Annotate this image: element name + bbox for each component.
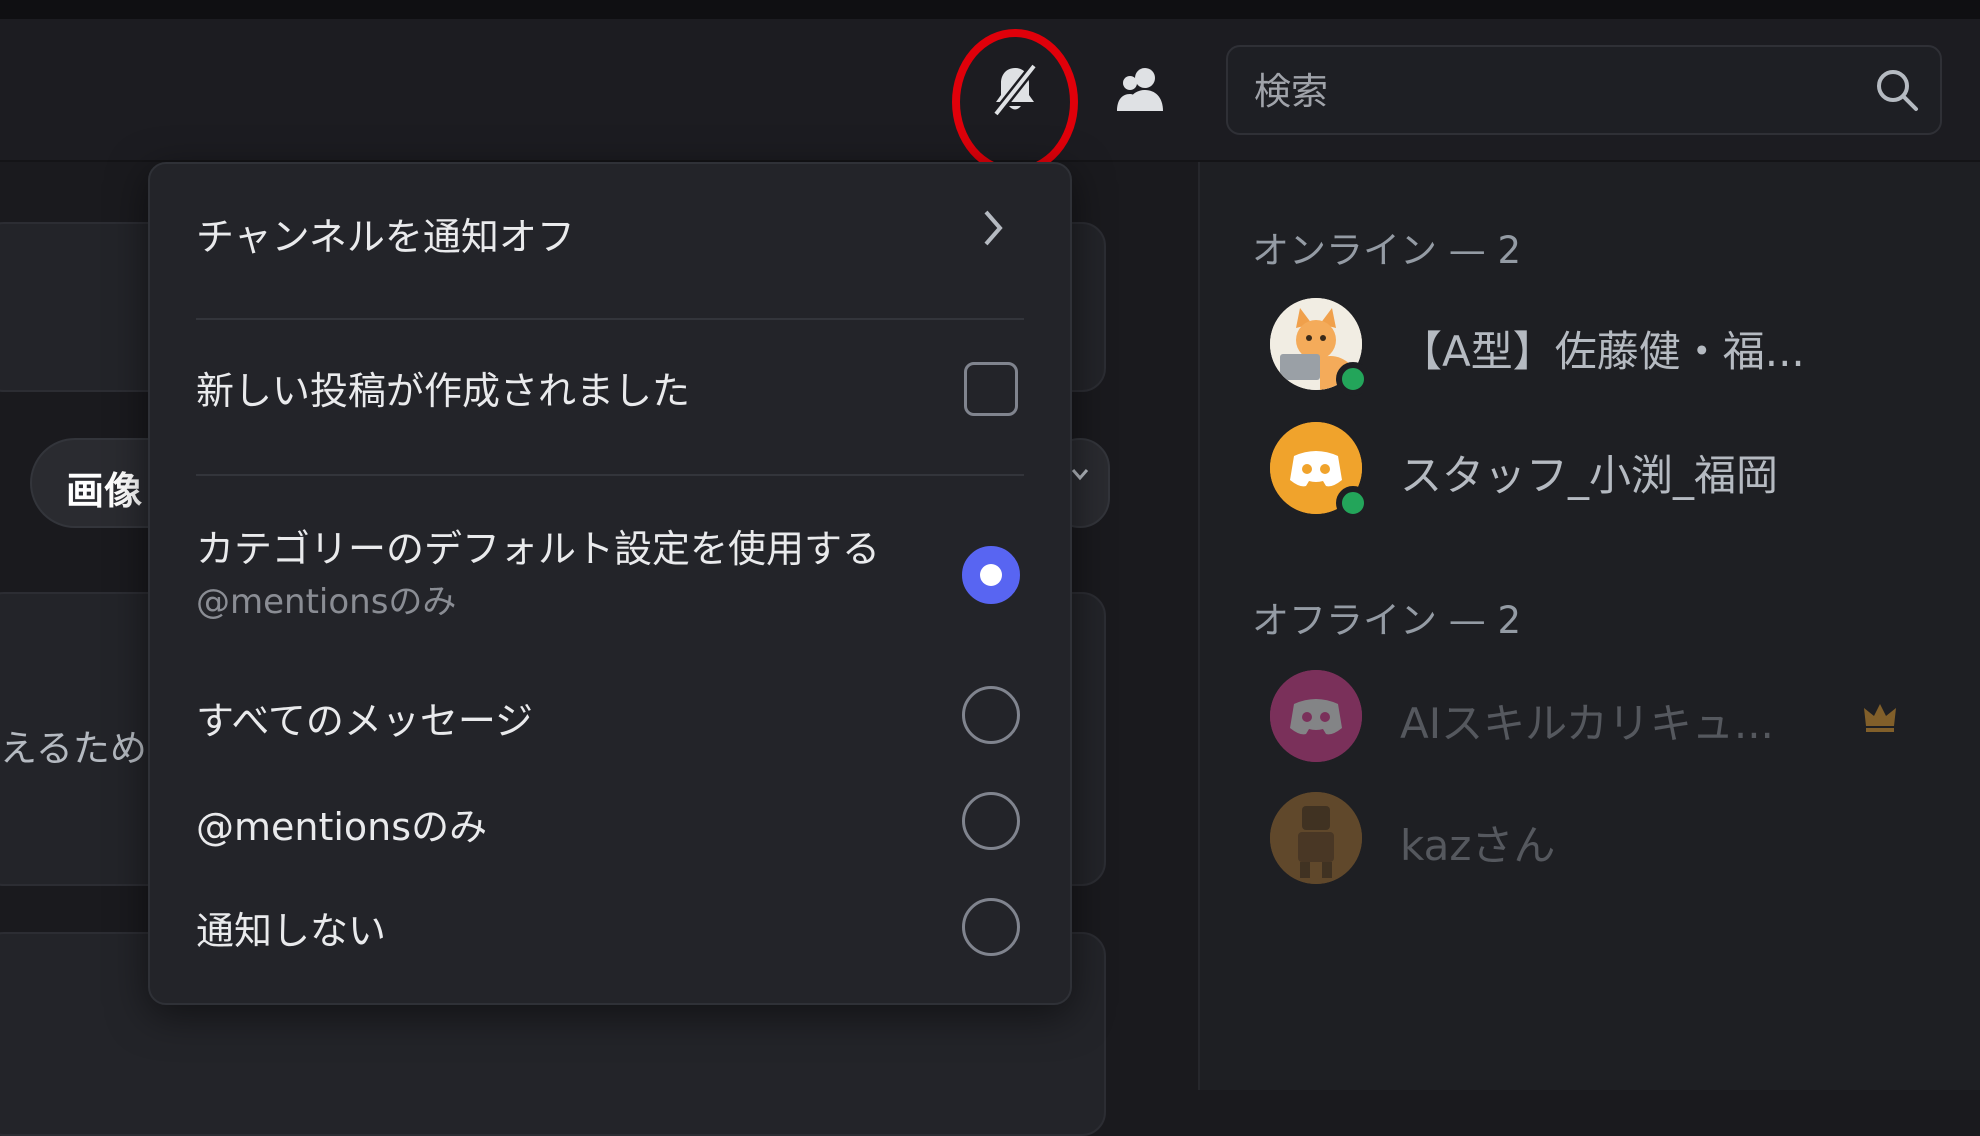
menu-item-sublabel: @mentionsのみ xyxy=(196,582,457,622)
member-name: kazさん xyxy=(1400,821,1556,870)
search-box[interactable] xyxy=(1226,45,1942,135)
menu-item-mentions-only[interactable]: @mentionsのみ xyxy=(196,780,1026,860)
avatar xyxy=(1270,792,1362,884)
menu-item-new-post-created[interactable]: 新しい投稿が作成されました xyxy=(196,350,1026,416)
online-section-label: オンライン — 2 xyxy=(1252,229,1522,272)
robot-avatar-icon xyxy=(1270,792,1362,884)
tag-chip-label: 画像 xyxy=(66,469,143,513)
menu-item-label: すべてのメッセージ xyxy=(196,699,534,743)
menu-item-all-messages[interactable]: すべてのメッセージ xyxy=(196,674,1026,754)
member-item[interactable]: AIスキルカリキュ... xyxy=(1270,670,1960,770)
offline-section-label: オフライン — 2 xyxy=(1252,599,1522,642)
member-name: AIスキルカリキュ... xyxy=(1400,699,1774,748)
member-name: スタッフ_小渕_福岡 xyxy=(1400,451,1779,500)
radio-use-category-default[interactable] xyxy=(962,546,1020,604)
member-item[interactable]: スタッフ_小渕_福岡 xyxy=(1270,422,1960,522)
menu-item-label: @mentionsのみ xyxy=(196,805,488,849)
member-list-button[interactable] xyxy=(1117,65,1169,115)
search-icon[interactable] xyxy=(1874,67,1920,113)
radio-all-messages[interactable] xyxy=(962,686,1020,744)
menu-item-nothing[interactable]: 通知しない xyxy=(196,884,1026,964)
menu-item-use-category-default[interactable]: カテゴリーのデフォルト設定を使用する @mentionsのみ xyxy=(196,500,1026,630)
discord-logo-icon xyxy=(1270,670,1362,762)
menu-item-label: 新しい投稿が作成されました xyxy=(196,369,691,413)
menu-item-mute-channel[interactable]: チャンネルを通知オフ xyxy=(196,196,1026,262)
member-item[interactable]: kazさん xyxy=(1270,792,1960,892)
avatar xyxy=(1270,670,1362,762)
menu-divider xyxy=(196,474,1024,476)
chevron-right-icon xyxy=(984,210,1003,246)
notification-settings-button[interactable] xyxy=(990,62,1040,118)
post-preview-text: えるため xyxy=(0,727,147,770)
menu-item-label: カテゴリーのデフォルト設定を使用する xyxy=(196,527,881,571)
radio-nothing[interactable] xyxy=(962,898,1020,956)
channel-header xyxy=(0,19,1980,175)
bell-slash-icon xyxy=(992,63,1038,117)
online-status-dot xyxy=(1336,486,1370,520)
crown-icon xyxy=(1864,704,1896,732)
menu-divider xyxy=(196,318,1024,320)
member-list: オンライン — 2 【A型】佐藤健・福... スタッフ_小渕_福岡 オフライン … xyxy=(1198,162,1980,1090)
radio-mentions-only[interactable] xyxy=(962,792,1020,850)
new-post-checkbox[interactable] xyxy=(964,362,1018,416)
notification-settings-menu: チャンネルを通知オフ 新しい投稿が作成されました カテゴリーのデフォルト設定を使… xyxy=(148,162,1072,1005)
menu-item-label: チャンネルを通知オフ xyxy=(196,215,575,259)
members-icon xyxy=(1117,68,1163,111)
menu-item-label: 通知しない xyxy=(196,909,387,953)
search-input[interactable] xyxy=(1252,47,1856,135)
online-status-dot xyxy=(1336,362,1370,396)
member-item[interactable]: 【A型】佐藤健・福... xyxy=(1270,298,1960,398)
window-titlebar xyxy=(0,0,1980,19)
chevron-down-icon xyxy=(1071,469,1089,481)
member-name: 【A型】佐藤健・福... xyxy=(1400,327,1805,376)
